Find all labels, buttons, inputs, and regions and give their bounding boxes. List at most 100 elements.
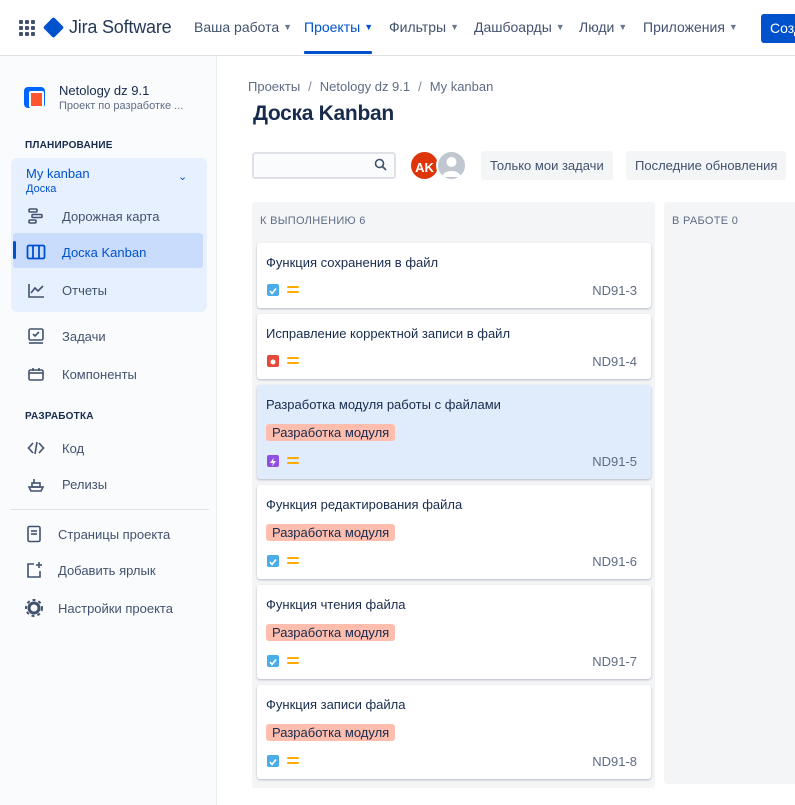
nav-apps-label: Приложения: [643, 19, 725, 35]
jira-logo[interactable]: Jira Software: [42, 16, 172, 39]
nav-projects[interactable]: Проекты ▼: [304, 19, 373, 35]
task-type-icon: [267, 284, 279, 296]
sidebar-item-add-shortcut[interactable]: Добавить ярлык: [24, 560, 156, 580]
board-icon: [26, 242, 46, 262]
issue-key[interactable]: ND91-4: [592, 354, 637, 369]
chevron-down-icon: ▼: [450, 22, 460, 32]
sidebar-item-label: Настройки проекта: [58, 600, 173, 616]
top-navigation: Jira Software Ваша работа ▼ Проекты ▼ Фи…: [0, 0, 795, 56]
breadcrumb-separator: /: [418, 79, 422, 94]
issue-title: Функция сохранения в файл: [266, 255, 439, 270]
epic-type-icon: [267, 455, 279, 467]
project-name[interactable]: Netology dz 9.1: [59, 83, 149, 98]
sidebar-item-label: Доска Kanban: [62, 244, 147, 260]
sidebar-divider: [11, 509, 209, 510]
epic-label: Разработка модуля: [266, 524, 396, 541]
page-title: Доска Kanban: [253, 102, 394, 125]
sidebar-item-label: Дорожная карта: [62, 208, 160, 224]
section-planning-heading: ПЛАНИРОВАНИЕ: [25, 140, 113, 151]
issue-card[interactable]: Функция записи файла Разработка модуля N…: [257, 685, 651, 779]
sidebar-item-components[interactable]: Компоненты: [26, 364, 137, 384]
pages-icon: [24, 524, 44, 544]
priority-medium-icon: [287, 557, 299, 566]
roadmap-icon: [26, 206, 46, 226]
nav-people[interactable]: Люди ▼: [579, 19, 627, 35]
unassigned-avatar[interactable]: [436, 150, 467, 181]
nav-apps[interactable]: Приложения ▼: [643, 19, 738, 35]
priority-medium-icon: [287, 457, 299, 466]
issue-key[interactable]: ND91-8: [592, 754, 637, 769]
sidebar-item-label: Страницы проекта: [58, 526, 171, 542]
board-selector[interactable]: My kanban: [26, 166, 90, 181]
chevron-down-icon: ▼: [364, 22, 374, 32]
sidebar-item-releases[interactable]: Релизы: [26, 474, 107, 494]
board-selector-sub: Доска: [26, 183, 57, 195]
issue-key[interactable]: ND91-7: [592, 654, 637, 669]
recently-updated-filter[interactable]: Последние обновления: [626, 151, 787, 180]
breadcrumb-separator: /: [308, 79, 312, 94]
issue-card[interactable]: Исправление корректной записи в файл ND9…: [257, 314, 651, 379]
issue-title: Разработка модуля работы с файлами: [266, 397, 501, 412]
nav-filters-label: Фильтры: [389, 19, 447, 35]
search-input[interactable]: [252, 152, 396, 179]
sidebar-item-label: Код: [62, 440, 85, 456]
task-type-icon: [267, 555, 279, 567]
breadcrumb-board[interactable]: My kanban: [430, 79, 494, 94]
reports-icon: [26, 280, 46, 300]
issue-key[interactable]: ND91-6: [592, 554, 637, 569]
chevron-down-icon: ▼: [555, 22, 565, 32]
issue-title: Функция редактирования файла: [266, 497, 463, 512]
issue-key[interactable]: ND91-5: [592, 454, 637, 469]
nav-people-label: Люди: [579, 19, 615, 35]
issue-key[interactable]: ND91-3: [592, 283, 637, 298]
sidebar-item-issues[interactable]: Задачи: [26, 326, 106, 346]
task-type-icon: [267, 655, 279, 667]
active-item-indicator: [13, 241, 16, 259]
issue-card[interactable]: Функция редактирования файла Разработка …: [257, 485, 651, 579]
only-my-issues-filter[interactable]: Только мои задачи: [481, 151, 613, 180]
issue-title: Функция чтения файла: [266, 597, 406, 612]
nav-your-work-label: Ваша работа: [194, 19, 280, 35]
issue-card[interactable]: Разработка модуля работы с файлами Разра…: [257, 385, 651, 479]
chevron-down-icon: ▼: [283, 22, 293, 32]
issues-icon: [26, 326, 46, 346]
sidebar-item-reports[interactable]: Отчеты: [26, 280, 107, 300]
create-button[interactable]: Созд: [761, 14, 795, 43]
sidebar-item-kanban-board[interactable]: Доска Kanban: [26, 242, 146, 262]
code-icon: [26, 438, 46, 458]
releases-icon: [26, 474, 46, 494]
nav-filters[interactable]: Фильтры ▼: [389, 19, 459, 35]
issue-card[interactable]: Функция сохранения в файл ND91-3: [257, 243, 651, 308]
breadcrumb-project[interactable]: Netology dz 9.1: [320, 79, 410, 94]
nav-projects-label: Проекты: [304, 19, 361, 35]
issue-card[interactable]: Функция чтения файла Разработка модуля N…: [257, 585, 651, 679]
sidebar-item-project-settings[interactable]: Настройки проекта: [24, 598, 173, 618]
column-header: В РАБОТЕ 0: [672, 215, 739, 227]
sidebar-item-roadmap[interactable]: Дорожная карта: [26, 206, 159, 226]
epic-label: Разработка модуля: [266, 724, 396, 741]
breadcrumb: Проекты / Netology dz 9.1 / My kanban: [248, 79, 493, 94]
bug-type-icon: [267, 355, 279, 367]
settings-icon: [24, 598, 44, 618]
project-avatar: [24, 87, 45, 108]
sidebar-item-project-pages[interactable]: Страницы проекта: [24, 524, 170, 544]
chevron-down-icon[interactable]: ⌄: [178, 170, 187, 183]
nav-dashboards-label: Дашбоарды: [474, 19, 552, 35]
nav-your-work[interactable]: Ваша работа ▼: [194, 19, 292, 35]
breadcrumb-projects[interactable]: Проекты: [248, 79, 300, 94]
app-switcher-icon[interactable]: [19, 20, 35, 36]
epic-label: Разработка модуля: [266, 624, 396, 641]
nav-dashboards[interactable]: Дашбоарды ▼: [474, 19, 565, 35]
jira-diamond-icon: [42, 16, 65, 39]
project-type: Проект по разработке ...: [59, 100, 184, 112]
sidebar-item-label: Компоненты: [62, 366, 137, 382]
epic-label: Разработка модуля: [266, 424, 396, 441]
column-header: К ВЫПОЛНЕНИЮ 6: [260, 215, 366, 227]
priority-medium-icon: [287, 286, 299, 295]
priority-medium-icon: [287, 657, 299, 666]
sidebar: Netology dz 9.1 Проект по разработке ...…: [0, 56, 217, 805]
priority-medium-icon: [287, 757, 299, 766]
issue-title: Функция записи файла: [266, 697, 406, 712]
sidebar-item-label: Задачи: [62, 328, 106, 344]
sidebar-item-code[interactable]: Код: [26, 438, 84, 458]
